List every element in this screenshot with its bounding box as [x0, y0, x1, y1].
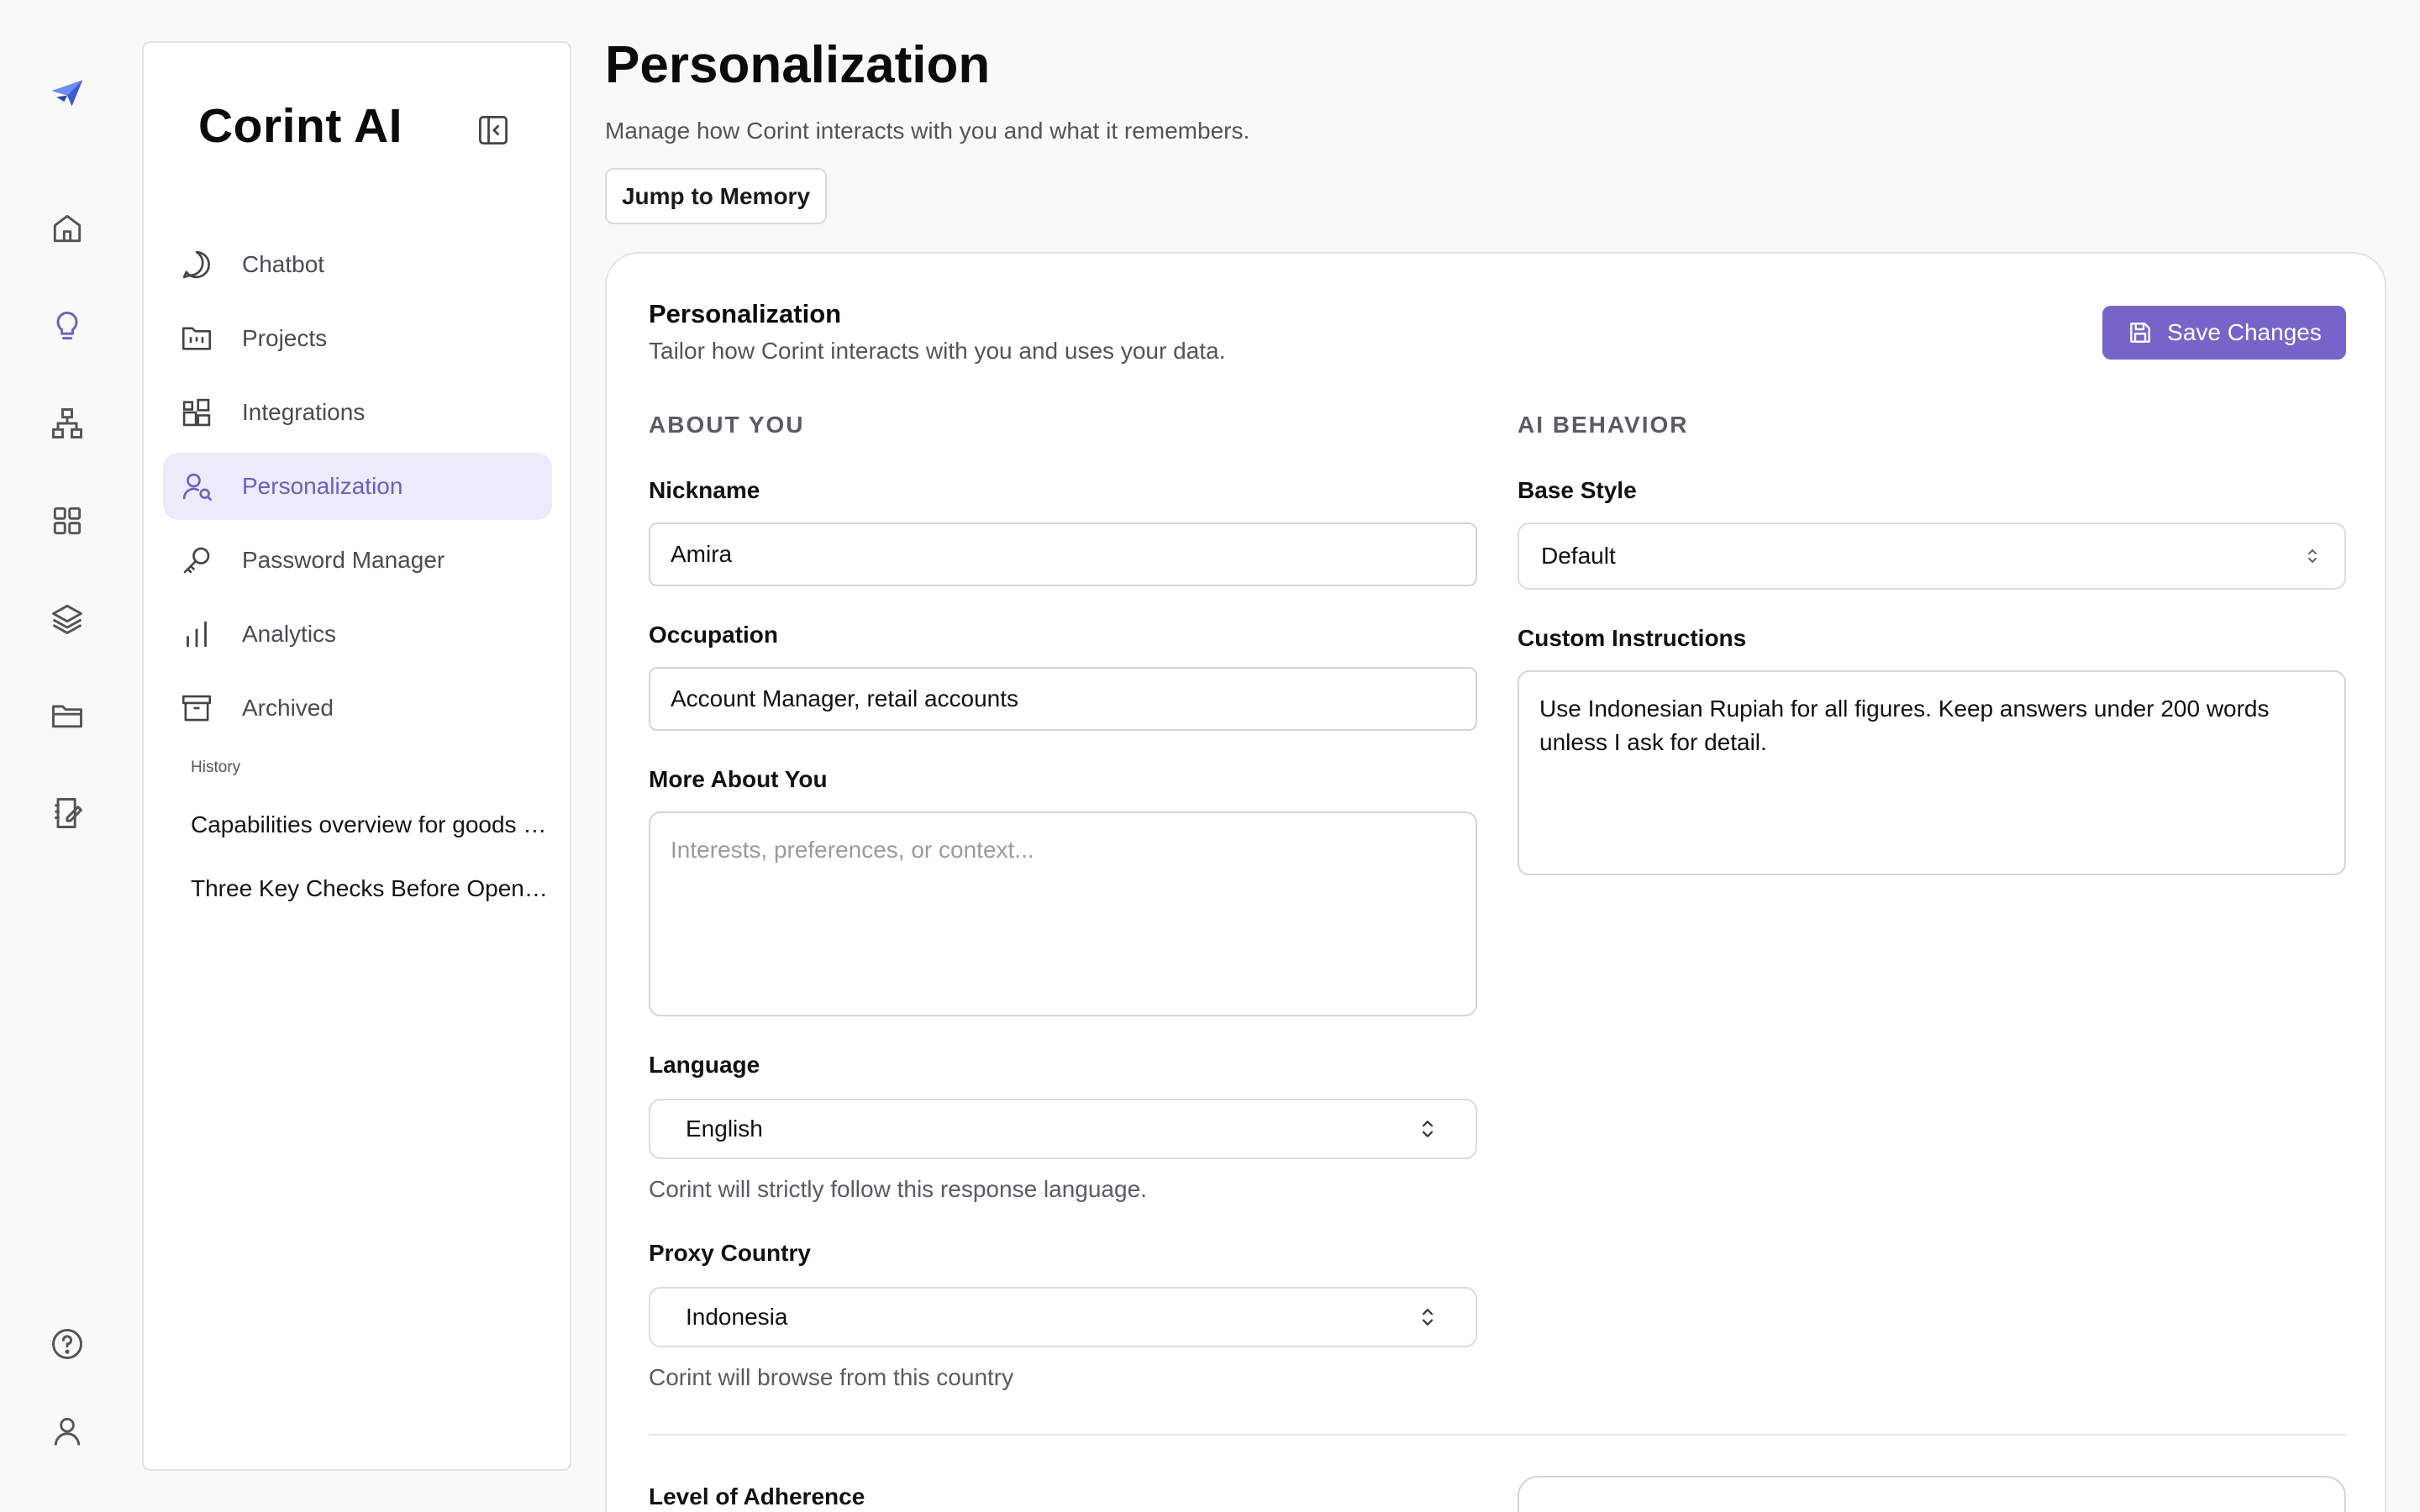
occupation-label: Occupation	[649, 622, 779, 648]
rail-home-button[interactable]	[34, 195, 101, 262]
history-item[interactable]: Capabilities overview for goods and serv…	[191, 811, 552, 838]
folder-icon	[52, 705, 82, 728]
collapse-sidebar-button[interactable]	[473, 110, 513, 150]
nav-label: Password Manager	[242, 547, 445, 573]
rail-notes-button[interactable]	[34, 780, 101, 847]
chevron-up-down-icon	[2308, 549, 2317, 563]
custom-instructions-textarea[interactable]: Use Indonesian Rupiah for all figures. K…	[1518, 670, 2346, 875]
rail-files-button[interactable]	[34, 682, 101, 749]
nav-label: Personalization	[242, 473, 403, 499]
save-button-label: Save Changes	[2167, 319, 2322, 345]
history-heading: History	[191, 759, 241, 776]
proxy-country-label: Proxy Country	[649, 1240, 811, 1266]
history-item[interactable]: Three Key Checks Before Opening an Accou…	[191, 875, 552, 902]
rail-help-button[interactable]	[34, 1310, 101, 1378]
language-select[interactable]: English	[649, 1099, 1477, 1159]
level-of-adherence-label: Level of Adherence	[649, 1483, 865, 1509]
rail-profile-button[interactable]	[34, 1398, 101, 1465]
nickname-input[interactable]: Amira	[649, 522, 1477, 586]
nav-label: Integrations	[242, 399, 366, 425]
base-style-selected-value: Default	[1541, 543, 1616, 569]
save-disk-icon	[2130, 323, 2151, 343]
nickname-label: Nickname	[649, 477, 760, 503]
brand-title: Corint AI	[198, 99, 403, 153]
level-of-adherence-panel[interactable]	[1518, 1476, 2346, 1512]
nav-label: Projects	[242, 325, 328, 351]
occupation-input[interactable]: Account Manager, retail accounts	[649, 667, 1477, 731]
language-help-text: Corint will strictly follow this respons…	[649, 1176, 1147, 1202]
save-changes-button[interactable]: Save Changes	[2102, 306, 2346, 360]
home-icon	[53, 214, 82, 243]
sidebar: Corint AI Chatbot Projects Integrations	[142, 41, 571, 1471]
proxy-country-selected-value: Indonesia	[686, 1304, 788, 1330]
grid-icon	[53, 507, 82, 535]
section-divider	[649, 1434, 2346, 1436]
archive-icon	[163, 690, 230, 726]
rail-ideas-button[interactable]	[34, 292, 101, 360]
personalization-card: Personalization Tailor how Corint intera…	[605, 252, 2386, 1512]
nav-item-personalization[interactable]: Personalization	[163, 453, 552, 520]
proxy-country-select[interactable]: Indonesia	[649, 1287, 1477, 1347]
layers-icon	[52, 604, 82, 634]
base-style-select[interactable]: Default	[1518, 522, 2346, 590]
card-subtitle: Tailor how Corint interacts with you and…	[649, 338, 1226, 364]
about-you-heading: ABOUT YOU	[649, 412, 805, 438]
chevron-up-down-icon	[1422, 1309, 1434, 1326]
hierarchy-icon	[52, 408, 82, 438]
sidebar-collapse-icon	[479, 116, 508, 144]
nav-item-password-manager[interactable]: Password Manager	[163, 527, 552, 594]
nav-item-integrations[interactable]: Integrations	[163, 379, 552, 446]
help-circle-icon	[52, 1329, 82, 1359]
bar-chart-icon	[163, 617, 230, 652]
custom-instructions-label: Custom Instructions	[1518, 625, 1747, 651]
language-selected-value: English	[686, 1116, 763, 1142]
paper-plane-logo-icon	[51, 80, 83, 107]
proxy-country-help-text: Corint will browse from this country	[649, 1364, 1014, 1390]
page-title: Personalization	[605, 36, 991, 94]
chevron-up-down-icon	[1422, 1121, 1434, 1137]
nav-item-archived[interactable]: Archived	[163, 675, 552, 742]
lightbulb-icon	[56, 312, 78, 340]
page-subtitle: Manage how Corint interacts with you and…	[605, 118, 1250, 144]
integrations-icon	[163, 395, 230, 430]
user-icon	[54, 1417, 81, 1446]
rail-apps-button[interactable]	[34, 487, 101, 554]
project-folder-icon	[163, 321, 230, 356]
nav-label: Chatbot	[242, 251, 325, 277]
nav-label: Analytics	[242, 621, 337, 647]
ai-behavior-heading: AI BEHAVIOR	[1518, 412, 1689, 438]
card-title: Personalization	[649, 299, 842, 328]
nav-label: Archived	[242, 695, 334, 721]
icon-rail	[0, 0, 134, 1512]
key-icon	[163, 543, 230, 578]
more-about-you-label: More About You	[649, 766, 828, 792]
nav-item-projects[interactable]: Projects	[163, 305, 552, 372]
base-style-label: Base Style	[1518, 477, 1637, 503]
nav-item-chatbot[interactable]: Chatbot	[163, 231, 552, 298]
rail-workflow-button[interactable]	[34, 390, 101, 457]
chat-bubble-icon	[163, 247, 230, 282]
more-about-you-textarea[interactable]: Interests, preferences, or context...	[649, 811, 1477, 1016]
jump-to-memory-button[interactable]: Jump to Memory	[605, 168, 827, 224]
user-search-icon	[163, 469, 230, 504]
notebook-edit-icon	[55, 798, 82, 828]
logo-button[interactable]	[34, 59, 101, 126]
rail-layers-button[interactable]	[34, 585, 101, 652]
nav-item-analytics[interactable]: Analytics	[163, 601, 552, 668]
language-label: Language	[649, 1052, 760, 1078]
app-root: Corint AI Chatbot Projects Integrations	[0, 0, 2420, 1512]
